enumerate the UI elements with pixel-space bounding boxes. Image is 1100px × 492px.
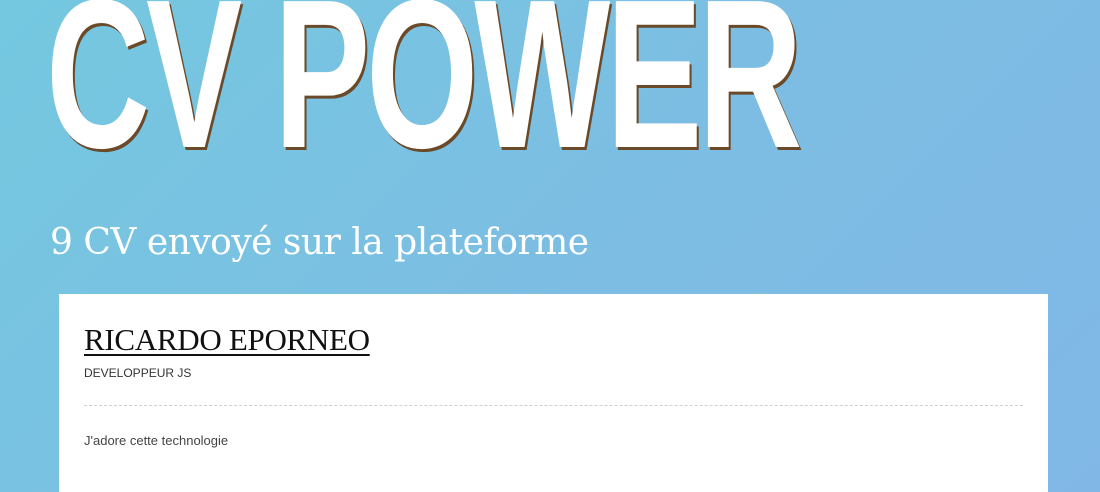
cv-count-heading: 9 CV envoyé sur la plateforme xyxy=(50,222,589,263)
cv-name-link[interactable]: RICARDO EPORNEO xyxy=(84,322,370,358)
cv-divider xyxy=(84,405,1023,406)
cv-card: RICARDO EPORNEO DEVELOPPEUR JS J'adore c… xyxy=(59,294,1048,492)
site-title: CV POWER xyxy=(46,0,802,192)
cv-description: J'adore cette technologie xyxy=(84,433,229,448)
cv-job-title: DEVELOPPEUR JS xyxy=(84,366,192,380)
